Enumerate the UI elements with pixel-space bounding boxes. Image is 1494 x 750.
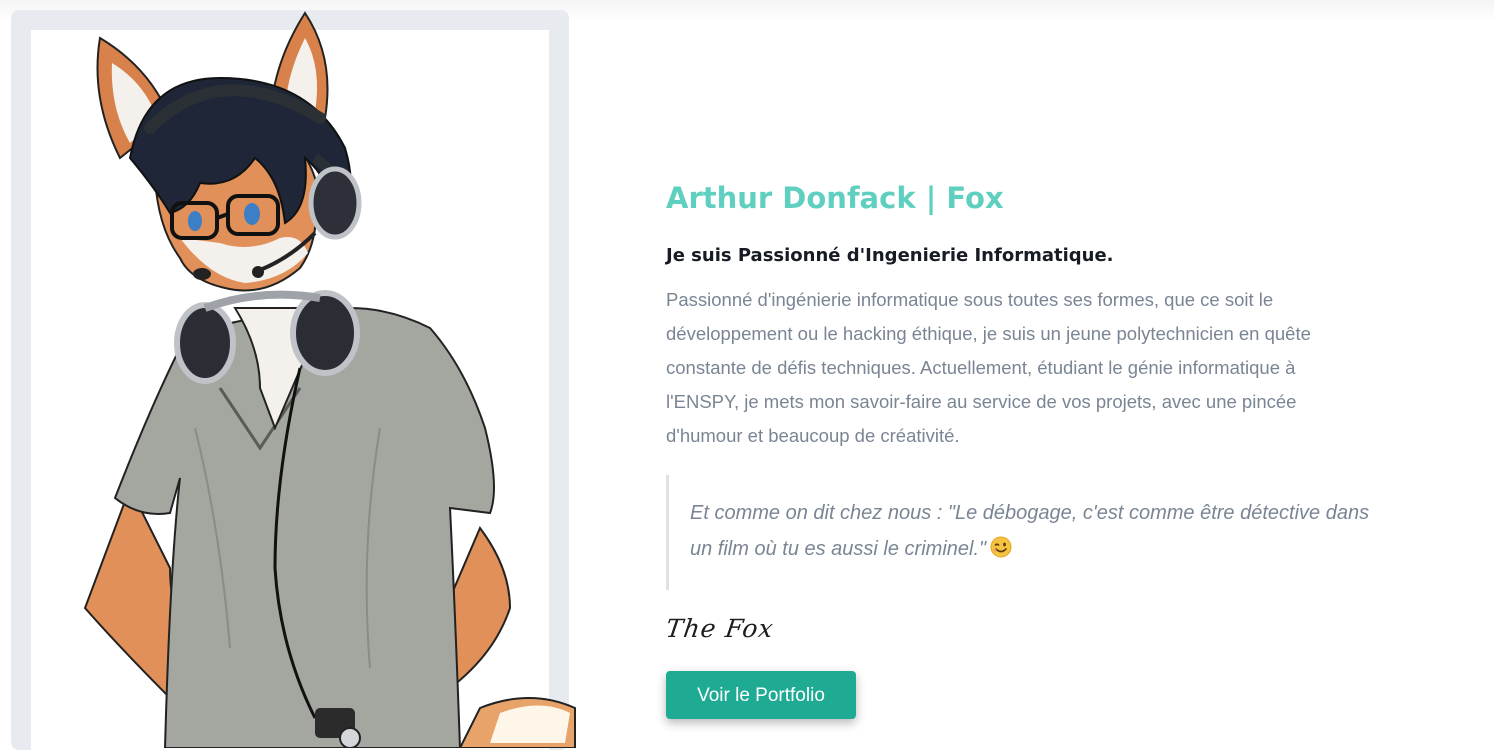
profile-name: Arthur Donfack | Fox	[666, 181, 1004, 215]
view-portfolio-button[interactable]: Voir le Portfolio	[666, 671, 856, 719]
profile-quote-text: Et comme on dit chez nous : "Le débogage…	[690, 502, 1370, 560]
fox-avatar-illustration	[83, 11, 576, 748]
about-section: Arthur Donfack | Fox Je suis Passionné d…	[666, 178, 1376, 590]
profile-quote-block: Et comme on dit chez nous : "Le débogage…	[666, 475, 1380, 590]
profile-bio: Passionné d'ingénierie informatique sous…	[666, 289, 1311, 446]
winking-face-icon	[990, 534, 1012, 570]
signature: The Fox	[664, 614, 776, 643]
profile-tagline: Je suis Passionné d'Ingenierie Informati…	[666, 245, 1114, 266]
